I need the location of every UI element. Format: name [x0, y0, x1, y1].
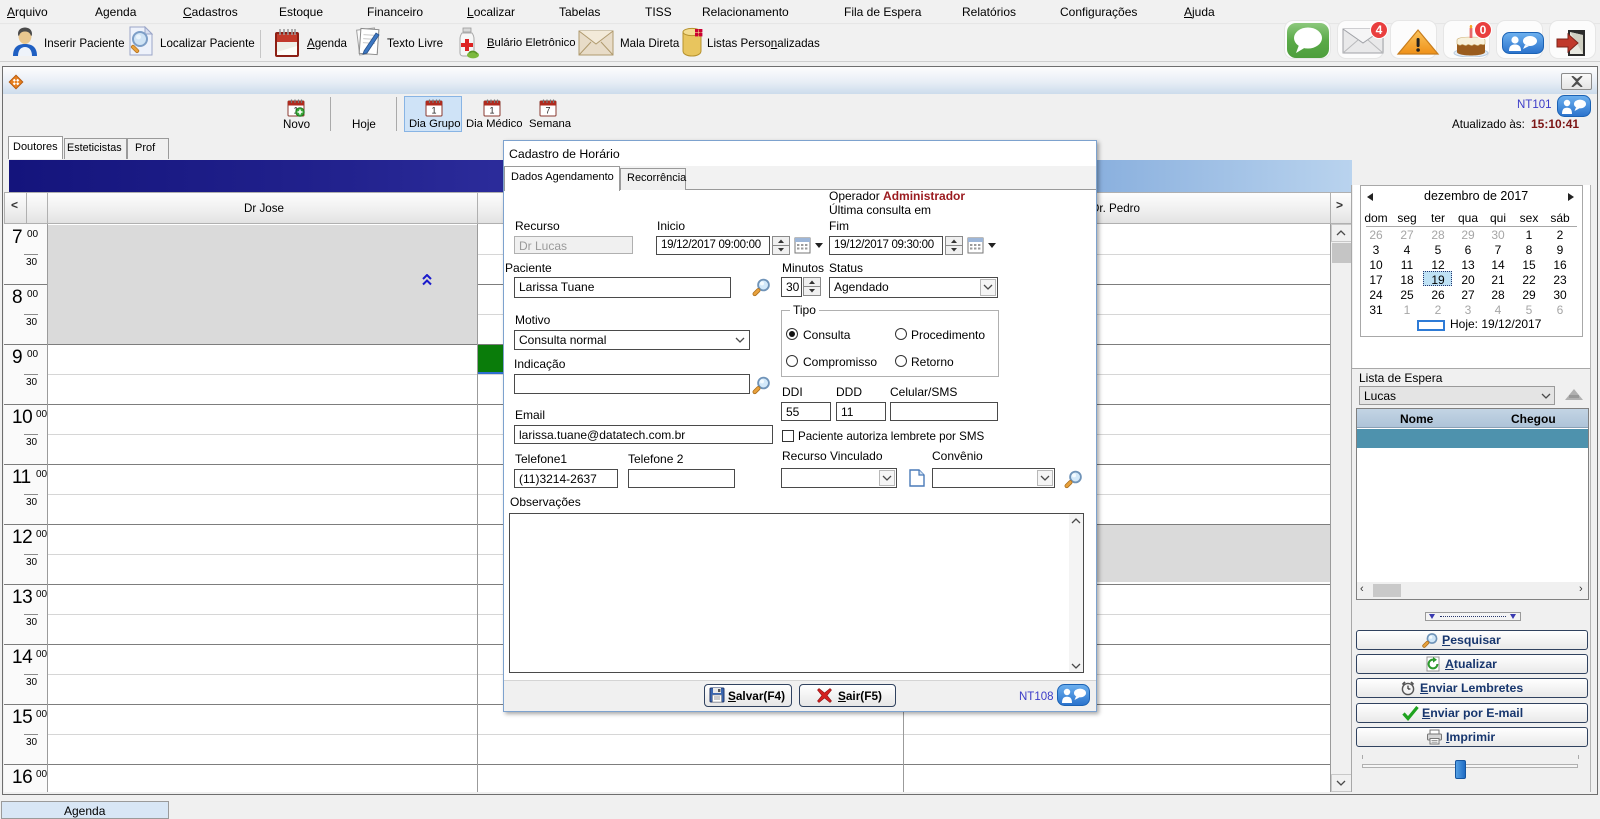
svg-text:1: 1: [489, 106, 494, 116]
svg-text:7: 7: [545, 106, 550, 116]
svg-text:1: 1: [431, 106, 436, 116]
